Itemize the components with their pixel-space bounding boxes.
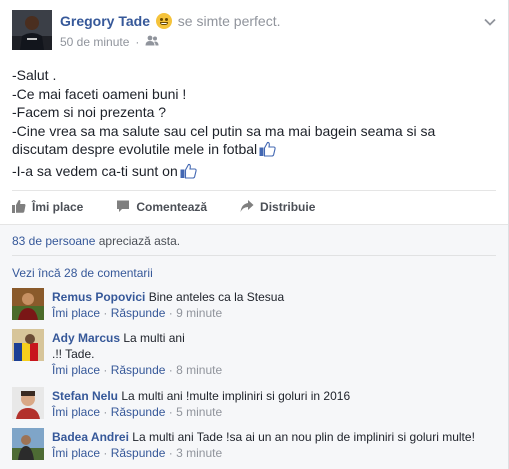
comment-like-link[interactable]: Îmi place [52,363,100,377]
commenter-name[interactable]: Ady Marcus [52,331,120,345]
comment-reply-link[interactable]: Răspunde [111,405,166,419]
post-line-text: -Cine vrea sa ma salute sau cel putin sa… [12,122,436,158]
comment-text: Ady Marcus La multi ani .!! Tade. [52,330,185,362]
comment-body: La multi ani Tade !sa ai un an nou plin … [132,430,475,444]
post-meta: 50 de minute · [60,35,159,49]
likes-suffix: apreciază asta. [95,234,181,248]
comment-body: La multi ani !multe impliniri si goluri … [121,389,351,403]
friends-icon[interactable] [145,35,159,49]
comment-like-link[interactable]: Îmi place [52,306,100,320]
post-line: -Facem si noi prezenta ? [12,104,167,120]
thumbs-up-icon [12,199,26,216]
likes-summary: 83 de persoane apreciază asta. [12,234,180,248]
view-more-comments-link[interactable]: Vezi încă 28 de comentarii [12,266,153,280]
feedback-section: 83 de persoane apreciază asta. Vezi încă… [0,224,508,469]
commenter-avatar[interactable] [12,387,44,419]
action-bar: Îmi place Comentează Distribuie [12,198,315,216]
thumbs-up-icon [180,163,197,184]
comment-reply-link[interactable]: Răspunde [111,363,166,377]
speech-bubble-icon [116,199,130,216]
thumbs-up-icon [259,141,276,162]
post-line-last: -I-a sa vedem ca-ti sunt on [12,162,492,184]
like-label: Îmi place [32,200,84,214]
commenter-name[interactable]: Badea Andrei [52,430,129,444]
chevron-down-icon[interactable] [484,16,496,28]
comment-item: Remus Popovici Bine anteles ca la Stesua… [12,288,502,322]
author-line: Gregory Tade se simte perfect. [60,13,280,29]
comment-meta: Îmi place · Răspunde · 9 minute [52,306,223,320]
post-line: -Ce mai faceti oameni buni ! [12,85,187,102]
post-timestamp[interactable]: 50 de minute [60,35,129,49]
comment-like-link[interactable]: Îmi place [52,446,100,460]
comment-reply-link[interactable]: Răspunde [111,446,166,460]
comment-body-line2: .!! Tade. [52,347,95,361]
comment-meta: Îmi place · Răspunde · 3 minute [52,446,223,460]
author-name[interactable]: Gregory Tade [60,13,150,29]
likes-count-link[interactable]: 83 de persoane [12,234,95,248]
author-avatar[interactable] [12,10,52,50]
smiling-emoji-icon [155,13,172,29]
comment-button[interactable]: Comentează [116,198,207,216]
comment-text: Remus Popovici Bine anteles ca la Stesua [52,289,284,305]
post-line-wrapped: -Cine vrea sa ma salute sau cel putin sa… [12,122,492,162]
comment-text: Badea Andrei La multi ani Tade !sa ai un… [52,429,475,445]
like-button[interactable]: Îmi place [12,198,83,216]
comment-meta: Îmi place · Răspunde · 8 minute [52,363,223,377]
divider [12,190,496,191]
comment-body: Bine anteles ca la Stesua [148,290,285,304]
comment-label: Comentează [136,200,208,214]
comment-like-link[interactable]: Îmi place [52,405,100,419]
comment-item: Stefan Nelu La multi ani !multe implinir… [12,387,502,421]
post-line-text: -I-a sa vedem ca-ti sunt on [12,162,178,179]
comment-item: Ady Marcus La multi ani .!! Tade. Îmi pl… [12,329,502,381]
feeling-text: se simte perfect. [177,13,281,29]
comment-time[interactable]: 9 minute [176,306,222,320]
post-line: -Salut . [12,67,57,83]
share-button[interactable]: Distribuie [240,198,315,216]
comment-text: Stefan Nelu La multi ani !multe implinir… [52,388,350,404]
post-body: -Salut . -Ce mai faceti oameni buni ! -F… [12,66,492,183]
comment-reply-link[interactable]: Răspunde [111,306,166,320]
comment-item: Badea Andrei La multi ani Tade !sa ai un… [12,428,502,462]
comment-meta: Îmi place · Răspunde · 5 minute [52,405,223,419]
comment-time[interactable]: 5 minute [176,405,222,419]
commenter-avatar[interactable] [12,428,44,460]
commenter-avatar[interactable] [12,329,44,361]
post-card: Gregory Tade se simte perfect. 50 de min… [0,0,509,469]
divider [12,255,496,256]
comment-time[interactable]: 8 minute [176,363,222,377]
comment-time[interactable]: 3 minute [176,446,222,460]
commenter-name[interactable]: Remus Popovici [52,290,145,304]
commenter-avatar[interactable] [12,288,44,320]
share-label: Distribuie [260,200,316,214]
comment-body: La multi ani [123,331,185,345]
post-header: Gregory Tade se simte perfect. 50 de min… [12,10,496,54]
share-arrow-icon [240,199,254,216]
commenter-name[interactable]: Stefan Nelu [52,389,118,403]
